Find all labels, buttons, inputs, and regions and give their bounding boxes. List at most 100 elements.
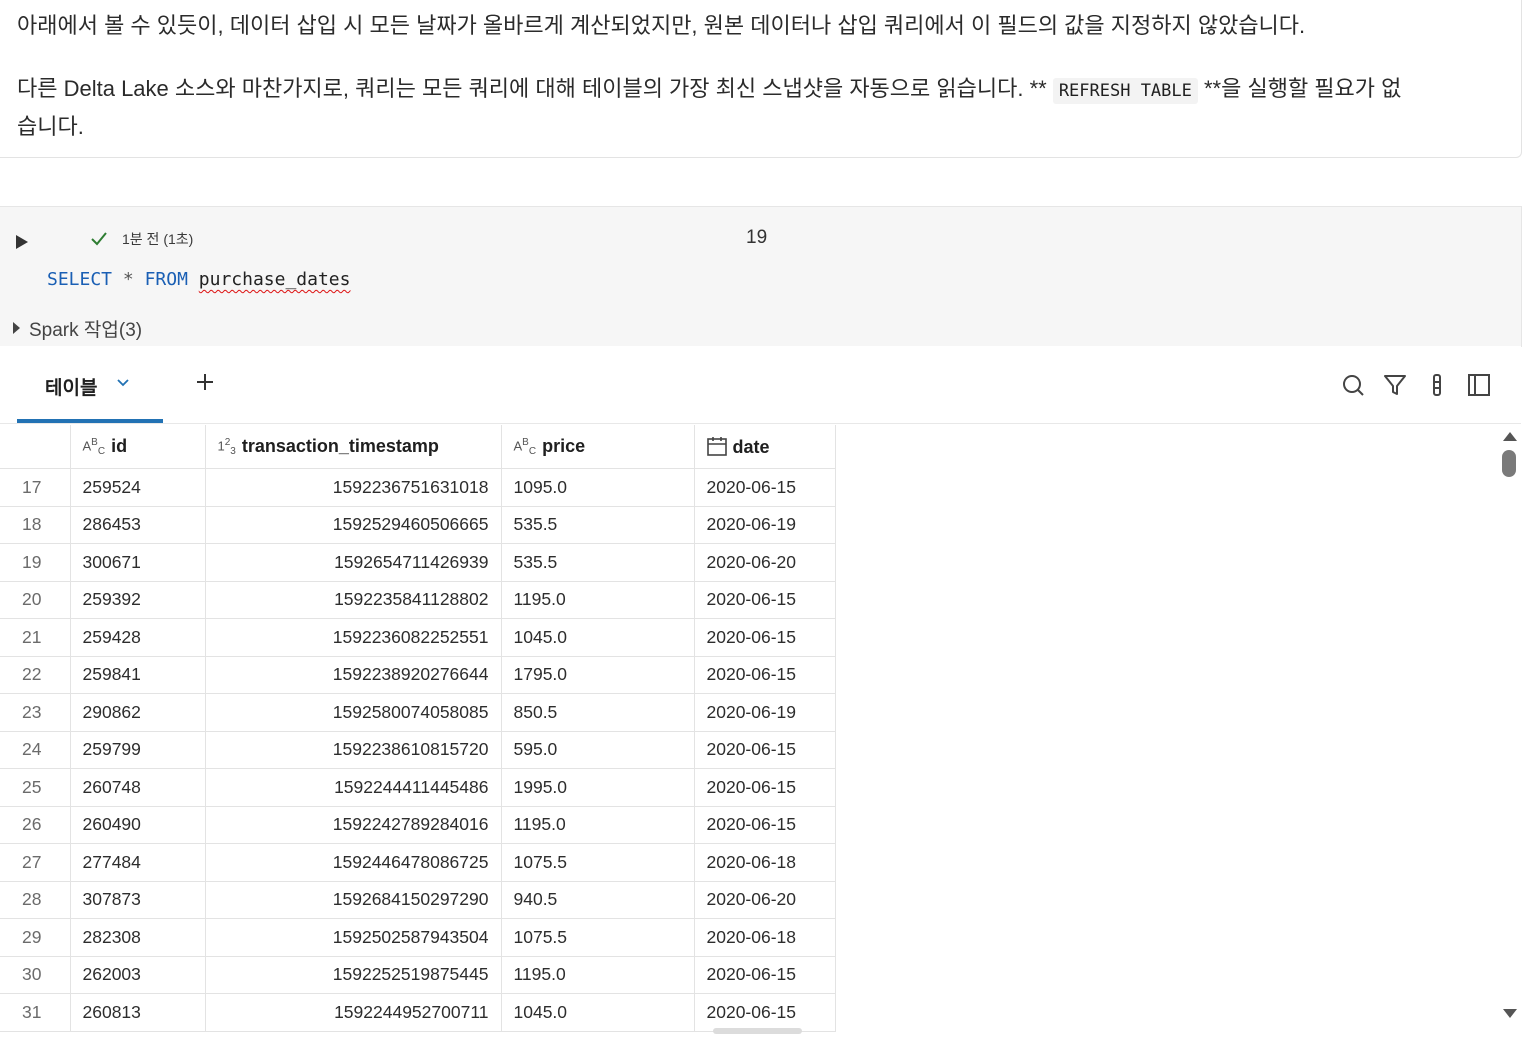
column-header-date[interactable]: date xyxy=(694,425,836,469)
cell-id[interactable]: 307873 xyxy=(70,881,206,919)
cell-transaction-timestamp[interactable]: 1592235841128802 xyxy=(205,581,502,619)
cell-transaction-timestamp[interactable]: 1592684150297290 xyxy=(205,881,502,919)
column-header-price[interactable]: ABC price xyxy=(501,425,695,469)
table-body: 17 259524 1592236751631018 1095.0 2020-06-15… xyxy=(0,468,836,1032)
cell-date[interactable]: 2020-06-15 xyxy=(694,956,836,994)
chevron-down-icon[interactable] xyxy=(117,376,129,388)
code-cell[interactable]: 1분 전 (1초) 19 SELECT * FROM purchase_date… xyxy=(0,206,1522,347)
table-row[interactable]: 18 286453 1592529460506665 535.5 2020-06-19 xyxy=(0,506,836,544)
results-table[interactable]: ABC id 123 transaction_timestamp ABC price … xyxy=(0,425,836,1032)
column-header-id[interactable]: ABC id xyxy=(70,425,206,469)
vertical-scrollbar[interactable] xyxy=(1498,428,1520,1024)
cell-id[interactable]: 262003 xyxy=(70,956,206,994)
cell-price[interactable]: 850.5 xyxy=(501,693,695,732)
cell-id[interactable]: 259524 xyxy=(70,468,206,507)
play-icon[interactable] xyxy=(16,235,28,249)
column-name: price xyxy=(542,435,586,456)
table-row[interactable]: 28 307873 1592684150297290 940.5 2020-06-20 xyxy=(0,881,836,919)
cell-date[interactable]: 2020-06-18 xyxy=(694,843,836,882)
plus-icon[interactable] xyxy=(193,370,217,394)
cell-date[interactable]: 2020-06-19 xyxy=(694,693,836,732)
cell-price[interactable]: 595.0 xyxy=(501,731,695,769)
cell-id[interactable]: 300671 xyxy=(70,543,206,582)
cell-date[interactable]: 2020-06-15 xyxy=(694,731,836,769)
table-row[interactable]: 26 260490 1592242789284016 1195.0 2020-06-15 xyxy=(0,806,836,844)
cell-id[interactable]: 286453 xyxy=(70,506,206,544)
cell-id[interactable]: 259392 xyxy=(70,581,206,619)
cell-transaction-timestamp[interactable]: 1592238610815720 xyxy=(205,731,502,769)
cell-id[interactable]: 277484 xyxy=(70,843,206,882)
column-header-transaction-timestamp[interactable]: 123 transaction_timestamp xyxy=(205,425,502,469)
cell-transaction-timestamp[interactable]: 1592244411445486 xyxy=(205,768,502,807)
table-row[interactable]: 22 259841 1592238920276644 1795.0 2020-06-15 xyxy=(0,656,836,694)
cell-transaction-timestamp[interactable]: 1592252519875445 xyxy=(205,956,502,994)
cell-id[interactable]: 290862 xyxy=(70,693,206,732)
table-row[interactable]: 19 300671 1592654711426939 535.5 2020-06-20 xyxy=(0,543,836,582)
cell-date[interactable]: 2020-06-19 xyxy=(694,506,836,544)
cell-id[interactable]: 259428 xyxy=(70,618,206,657)
scroll-thumb[interactable] xyxy=(1502,450,1516,477)
table-row[interactable]: 31 260813 1592244952700711 1045.0 2020-06-15 xyxy=(0,993,836,1032)
cell-transaction-timestamp[interactable]: 1592244952700711 xyxy=(205,993,502,1032)
cell-transaction-timestamp[interactable]: 1592238920276644 xyxy=(205,656,502,694)
cell-price[interactable]: 1195.0 xyxy=(501,806,695,844)
cell-id[interactable]: 259799 xyxy=(70,731,206,769)
cell-price[interactable]: 535.5 xyxy=(501,506,695,544)
table-row[interactable]: 24 259799 1592238610815720 595.0 2020-06-15 xyxy=(0,731,836,769)
kebab-icon[interactable] xyxy=(1425,373,1449,397)
cell-transaction-timestamp[interactable]: 1592502587943504 xyxy=(205,918,502,957)
table-row[interactable]: 23 290862 1592580074058085 850.5 2020-06-19 xyxy=(0,693,836,732)
cell-transaction-timestamp[interactable]: 1592242789284016 xyxy=(205,806,502,844)
integer-type-icon: 123 xyxy=(217,437,236,458)
scroll-up-icon[interactable] xyxy=(1503,432,1517,441)
cell-date[interactable]: 2020-06-15 xyxy=(694,618,836,657)
search-icon[interactable] xyxy=(1341,373,1365,397)
cell-date[interactable]: 2020-06-20 xyxy=(694,543,836,582)
cell-id[interactable]: 282308 xyxy=(70,918,206,957)
spark-jobs-toggle[interactable]: Spark 작업(3) xyxy=(13,315,142,342)
cell-transaction-timestamp[interactable]: 1592529460506665 xyxy=(205,506,502,544)
cell-price[interactable]: 1795.0 xyxy=(501,656,695,694)
cell-transaction-timestamp[interactable]: 1592580074058085 xyxy=(205,693,502,732)
table-row[interactable]: 21 259428 1592236082252551 1045.0 2020-06-15 xyxy=(0,618,836,657)
code-editor[interactable]: SELECT * FROM purchase_dates xyxy=(47,269,350,290)
cell-price[interactable]: 1075.5 xyxy=(501,918,695,957)
cell-date[interactable]: 2020-06-15 xyxy=(694,656,836,694)
cell-date[interactable]: 2020-06-15 xyxy=(694,581,836,619)
table-row[interactable]: 25 260748 1592244411445486 1995.0 2020-06-15 xyxy=(0,768,836,807)
filter-icon[interactable] xyxy=(1383,373,1407,397)
horizontal-scroll-thumb[interactable] xyxy=(713,1028,802,1034)
cell-price[interactable]: 1195.0 xyxy=(501,956,695,994)
cell-transaction-timestamp[interactable]: 1592654711426939 xyxy=(205,543,502,582)
table-row[interactable]: 20 259392 1592235841128802 1195.0 2020-06-15 xyxy=(0,581,836,619)
cell-date[interactable]: 2020-06-15 xyxy=(694,768,836,807)
tab-table[interactable]: 테이블 xyxy=(17,346,163,423)
cell-price[interactable]: 1075.5 xyxy=(501,843,695,882)
cell-date[interactable]: 2020-06-18 xyxy=(694,918,836,957)
cell-id[interactable]: 260813 xyxy=(70,993,206,1032)
cell-id[interactable]: 259841 xyxy=(70,656,206,694)
cell-transaction-timestamp[interactable]: 1592236082252551 xyxy=(205,618,502,657)
row-number: 18 xyxy=(0,506,71,544)
table-row[interactable]: 29 282308 1592502587943504 1075.5 2020-06-18 xyxy=(0,918,836,957)
sidebar-panel-icon[interactable] xyxy=(1467,373,1491,397)
cell-date[interactable]: 2020-06-15 xyxy=(694,806,836,844)
cell-transaction-timestamp[interactable]: 1592446478086725 xyxy=(205,843,502,882)
cell-price[interactable]: 940.5 xyxy=(501,881,695,919)
table-row[interactable]: 27 277484 1592446478086725 1075.5 2020-06-18 xyxy=(0,843,836,882)
cell-date[interactable]: 2020-06-15 xyxy=(694,468,836,507)
cell-price[interactable]: 535.5 xyxy=(501,543,695,582)
cell-price[interactable]: 1995.0 xyxy=(501,768,695,807)
cell-date[interactable]: 2020-06-20 xyxy=(694,881,836,919)
cell-date[interactable]: 2020-06-15 xyxy=(694,993,836,1032)
table-row[interactable]: 17 259524 1592236751631018 1095.0 2020-06-15 xyxy=(0,468,836,507)
scroll-down-icon[interactable] xyxy=(1503,1009,1517,1018)
cell-price[interactable]: 1095.0 xyxy=(501,468,695,507)
cell-id[interactable]: 260490 xyxy=(70,806,206,844)
cell-price[interactable]: 1045.0 xyxy=(501,618,695,657)
cell-id[interactable]: 260748 xyxy=(70,768,206,807)
cell-price[interactable]: 1045.0 xyxy=(501,993,695,1032)
cell-price[interactable]: 1195.0 xyxy=(501,581,695,619)
table-row[interactable]: 30 262003 1592252519875445 1195.0 2020-06-15 xyxy=(0,956,836,994)
cell-transaction-timestamp[interactable]: 1592236751631018 xyxy=(205,468,502,507)
